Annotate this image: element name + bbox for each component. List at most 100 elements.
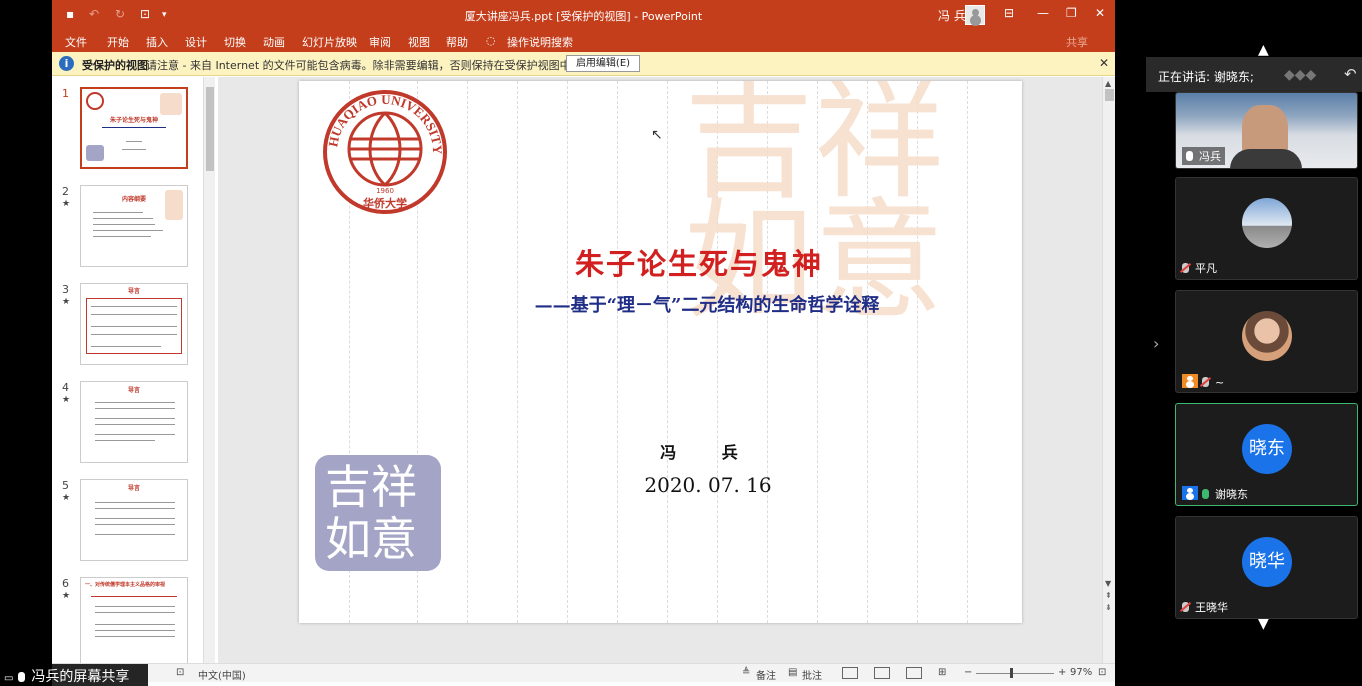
user-name[interactable]: 冯 兵	[938, 7, 966, 24]
comments-icon: ▤	[788, 667, 798, 678]
tab-view[interactable]: 视图	[408, 34, 430, 50]
thumb-text-line	[91, 306, 177, 307]
zoom-slider-knob[interactable]	[1010, 668, 1013, 678]
thumb-text-line	[91, 326, 177, 327]
tab-insert[interactable]: 插入	[146, 34, 168, 50]
fit-slide-icon[interactable]: ⊡	[1098, 667, 1106, 678]
participant-tile-active[interactable]: 晓东 谢晓东	[1175, 403, 1358, 506]
thumb-text-line	[102, 127, 166, 128]
slide-editor: 吉祥如意 HUAQIAO UNIVERSITY 1960 华侨大学 吉祥如意 朱…	[218, 77, 1115, 663]
ribbon-display-icon[interactable]: ⊟	[1004, 6, 1014, 20]
editor-scrollbar[interactable]: ▲ ▼ ⇞ ⇟	[1102, 77, 1115, 663]
current-slide[interactable]: 吉祥如意 HUAQIAO UNIVERSITY 1960 华侨大学 吉祥如意 朱…	[299, 81, 1022, 623]
share-label-text: 冯兵的屏幕共享	[31, 669, 130, 685]
thumb-title: 一、对传统儒学理本主义品格的审视	[85, 582, 166, 588]
zoom-slider[interactable]	[976, 673, 1054, 674]
thumbnail-slide-2[interactable]: 2 ★ 内容纲要	[52, 175, 212, 267]
thumb-text-line	[95, 518, 175, 519]
slide-subtitle[interactable]: ——基于“理－气”二元结构的生命哲学诠释	[417, 291, 997, 317]
thumb-text-line	[95, 434, 175, 435]
accessibility-icon[interactable]: ⊡	[176, 667, 184, 678]
thumb-text-line	[95, 408, 175, 409]
participant-name: 王晓华	[1182, 599, 1228, 615]
thumb-text-line	[91, 334, 177, 335]
slide-title[interactable]: 朱子论生死与鬼神	[499, 241, 899, 283]
thumb-text-line	[95, 636, 175, 637]
scroll-down-icon[interactable]: ▼	[1258, 616, 1269, 632]
slide-thumbnail[interactable]: 内容纲要	[80, 185, 188, 267]
logo-chinese-name: 华侨大学	[363, 196, 407, 210]
slide-author[interactable]: 冯 兵	[599, 439, 819, 463]
restore-icon[interactable]: ❐	[1066, 6, 1077, 20]
language-status[interactable]: 中文(中国)	[198, 667, 246, 682]
participant-tile[interactable]: 晓华 王晓华	[1175, 516, 1358, 619]
participant-tile[interactable]: 冯兵	[1175, 92, 1358, 169]
slide-number: 2	[62, 185, 69, 198]
tab-design[interactable]: 设计	[185, 34, 207, 50]
undo-icon[interactable]: ↶	[1344, 65, 1357, 83]
slideshow-view-icon[interactable]: ⊞	[938, 667, 946, 678]
thumbnail-slide-4[interactable]: 4 ★ 导言	[52, 371, 212, 463]
zoom-in-icon[interactable]: +	[1058, 667, 1066, 678]
tell-me-search[interactable]: 操作说明搜索	[507, 34, 573, 50]
thumb-title: 导言	[127, 288, 140, 295]
thumb-text-line	[95, 524, 175, 525]
participant-avatar	[1242, 311, 1292, 361]
slide-thumbnail[interactable]: 导言	[80, 283, 188, 365]
thumb-text-line	[95, 440, 155, 441]
thumb-text-line	[95, 534, 175, 535]
enable-editing-button[interactable]: 启用编辑(E)	[566, 55, 640, 72]
thumb-text-line	[126, 141, 142, 142]
thumb-text-line	[95, 612, 175, 613]
thumbnail-slide-3[interactable]: 3 ★ 导言	[52, 273, 212, 365]
notes-button[interactable]: 备注	[756, 667, 776, 682]
participant-avatar	[1242, 198, 1292, 248]
thumb-title: 导言	[127, 387, 140, 394]
scroll-up-icon[interactable]: ▲	[1105, 79, 1111, 88]
participant-body	[1230, 149, 1302, 168]
next-slide-icon[interactable]: ⇟	[1105, 603, 1112, 612]
slide-number: 4	[62, 381, 69, 394]
slide-sorter-button[interactable]	[874, 667, 890, 679]
slide-number: 1	[62, 87, 69, 100]
tab-home[interactable]: 开始	[107, 34, 129, 50]
tab-slideshow[interactable]: 幻灯片放映	[302, 34, 357, 50]
thumbnail-slide-6[interactable]: 6 ★ 一、对传统儒学理本主义品格的审视	[52, 567, 212, 667]
tab-review[interactable]: 审阅	[369, 34, 391, 50]
normal-view-button[interactable]	[842, 667, 858, 679]
slide-date[interactable]: 2020. 07. 16	[599, 473, 817, 497]
slide-thumbnail[interactable]: 导言	[80, 479, 188, 561]
scrollbar-thumb[interactable]	[1105, 89, 1114, 101]
collapse-sidebar-icon[interactable]: ›	[1153, 334, 1159, 353]
tab-help[interactable]: 帮助	[446, 34, 468, 50]
comments-button[interactable]: 批注	[802, 667, 822, 682]
zoom-out-icon[interactable]: −	[964, 667, 972, 678]
thumbnails-scrollbar[interactable]	[203, 77, 215, 663]
title-bar: ▪ ↶ ↻ ⊡ ▾ 厦大讲座冯兵.ppt [受保护的视图] - PowerPoi…	[52, 0, 1115, 30]
participant-name: 冯兵	[1182, 147, 1225, 165]
slide-thumbnail[interactable]: 导言	[80, 381, 188, 463]
thumbnail-slide-1[interactable]: 1 朱子论生死与鬼神	[52, 77, 212, 169]
thumbnail-slide-5[interactable]: 5 ★ 导言	[52, 469, 212, 561]
participant-tile[interactable]: ~	[1175, 290, 1358, 393]
thumb-text-line	[93, 230, 163, 231]
close-bar-icon[interactable]: ✕	[1099, 56, 1109, 70]
thumb-text-line	[95, 502, 175, 503]
user-avatar[interactable]	[965, 5, 985, 25]
zoom-level[interactable]: 97%	[1070, 667, 1092, 678]
reading-view-button[interactable]	[906, 667, 922, 679]
share-button[interactable]: 共享	[1066, 34, 1088, 50]
tab-transitions[interactable]: 切换	[224, 34, 246, 50]
scroll-up-icon[interactable]: ▲	[1258, 42, 1269, 58]
minimize-icon[interactable]: —	[1037, 6, 1049, 20]
scrollbar-thumb[interactable]	[206, 87, 214, 171]
info-icon: i	[59, 56, 74, 71]
tab-animations[interactable]: 动画	[263, 34, 285, 50]
close-icon[interactable]: ✕	[1095, 6, 1105, 20]
participant-tile[interactable]: 平凡	[1175, 177, 1358, 280]
prev-slide-icon[interactable]: ⇞	[1105, 591, 1112, 600]
slide-thumbnail[interactable]: 朱子论生死与鬼神	[80, 87, 188, 169]
slide-thumbnail[interactable]: 一、对传统儒学理本主义品格的审视	[80, 577, 188, 667]
tab-file[interactable]: 文件	[65, 34, 87, 50]
scroll-down-icon[interactable]: ▼	[1105, 579, 1111, 588]
